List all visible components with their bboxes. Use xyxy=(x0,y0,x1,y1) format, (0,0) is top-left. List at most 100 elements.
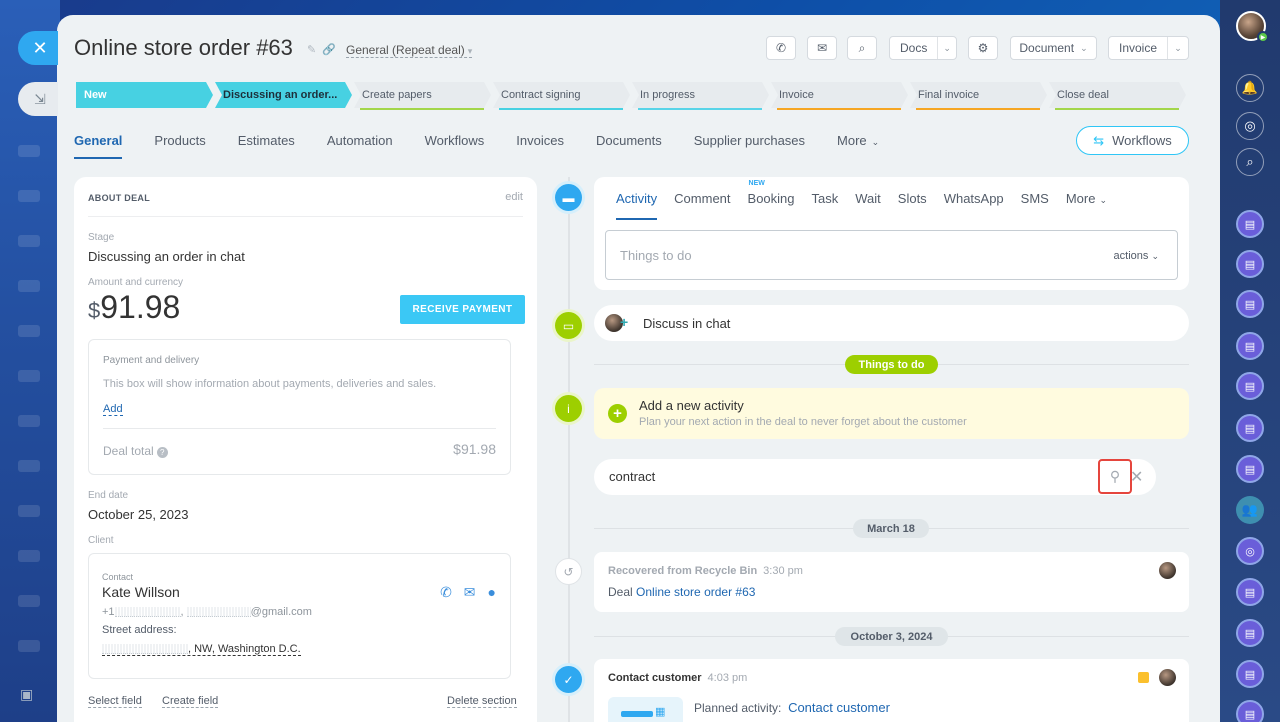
chat-icon[interactable]: ● xyxy=(488,584,496,601)
recent-item-icon[interactable]: ▤ xyxy=(1236,700,1264,722)
stage-invoice[interactable]: Invoice xyxy=(771,82,908,108)
edit-icon[interactable]: ✎🔗 xyxy=(307,43,342,56)
chevron-down-icon[interactable]: ⌄ xyxy=(1168,43,1188,54)
tab-comment[interactable]: Comment xyxy=(674,191,730,220)
phone-icon[interactable]: ✆ xyxy=(440,584,452,601)
add-icon[interactable]: + xyxy=(620,314,628,330)
docs-label: Docs xyxy=(890,37,939,59)
editor-tabs: Activity Comment NEW Booking Task Wait Sl… xyxy=(616,180,1124,220)
tab-automation[interactable]: Automation xyxy=(327,133,393,159)
chevron-down-icon[interactable]: ⌄ xyxy=(938,43,956,54)
tab-whatsapp[interactable]: WhatsApp xyxy=(944,191,1004,220)
select-field-link[interactable]: Select field xyxy=(88,695,142,708)
actions-dropdown[interactable]: actions ⌄ xyxy=(1114,250,1159,262)
tab-booking[interactable]: NEW Booking xyxy=(747,180,795,220)
invoice-button[interactable]: Invoice ⌄ xyxy=(1108,36,1189,60)
calendar-bar xyxy=(621,711,653,717)
stage-create-papers[interactable]: Create papers xyxy=(354,82,491,108)
add-activity-block[interactable]: + Add a new activity Plan your next acti… xyxy=(594,388,1189,439)
tab-supplier-purchases[interactable]: Supplier purchases xyxy=(694,133,805,159)
recent-item-icon[interactable]: ▤ xyxy=(1236,455,1264,483)
stage-label: Create papers xyxy=(362,89,432,101)
workflows-button[interactable]: ⇆ Workflows xyxy=(1076,126,1189,155)
tab-wait[interactable]: Wait xyxy=(855,191,881,220)
search-icon[interactable]: ⚲ xyxy=(1098,459,1132,494)
recent-item-icon[interactable]: ▤ xyxy=(1236,372,1264,400)
stage-discussing[interactable]: Discussing an order... xyxy=(215,82,352,108)
close-slider-button[interactable]: ✕ xyxy=(18,31,58,65)
clear-search-icon[interactable]: ✕ xyxy=(1130,467,1143,487)
end-date-value[interactable]: October 25, 2023 xyxy=(88,507,188,522)
chat-search-icon[interactable]: ⌕ xyxy=(1236,148,1264,176)
tab-slots[interactable]: Slots xyxy=(898,191,927,220)
stage-new[interactable]: New xyxy=(76,82,213,108)
copilot-chat-icon[interactable]: ◎ xyxy=(1236,537,1264,565)
group-chat-icon[interactable]: 👥 xyxy=(1236,496,1264,524)
tab-documents[interactable]: Documents xyxy=(596,133,662,159)
email-button[interactable]: ✉ xyxy=(807,36,837,60)
amount-value[interactable]: $91.98 xyxy=(88,289,180,326)
search-input[interactable]: contract xyxy=(609,469,655,484)
tab-invoices[interactable]: Invoices xyxy=(516,133,564,159)
tab-sms[interactable]: SMS xyxy=(1021,191,1049,220)
tab-workflows[interactable]: Workflows xyxy=(425,133,485,159)
recent-item-icon[interactable]: ▤ xyxy=(1236,578,1264,606)
tab-more[interactable]: More ⌄ xyxy=(1066,191,1107,220)
category-label: General (Repeat deal) xyxy=(346,43,465,57)
recent-item-icon[interactable]: ▤ xyxy=(1236,332,1264,360)
recent-item-icon[interactable]: ▤ xyxy=(1236,290,1264,318)
mail-icon: ✉ xyxy=(816,41,828,55)
minimize-icon: ⇲ xyxy=(34,90,46,107)
receive-payment-button[interactable]: RECEIVE PAYMENT xyxy=(400,295,525,324)
stage-value[interactable]: Discussing an order in chat xyxy=(88,249,245,264)
stage-label: Stage xyxy=(88,232,115,243)
stage-close-deal[interactable]: Close deal xyxy=(1049,82,1186,108)
tab-task[interactable]: Task xyxy=(812,191,839,220)
avatar[interactable] xyxy=(1159,562,1176,579)
planned-link[interactable]: Contact customer xyxy=(788,700,890,715)
deal-link[interactable]: Online store order #63 xyxy=(636,585,755,599)
contact-name[interactable]: Kate Willson xyxy=(102,584,180,600)
edit-link[interactable]: edit xyxy=(505,191,523,203)
discuss-in-chat-item[interactable]: + Discuss in chat xyxy=(594,305,1189,341)
chat-button[interactable]: ⌕ xyxy=(847,36,877,60)
notifications-icon[interactable]: 🔔 xyxy=(1236,74,1264,102)
color-tag[interactable] xyxy=(1138,672,1149,683)
minimize-slider-button[interactable]: ⇲ xyxy=(18,82,58,116)
stage-final-invoice[interactable]: Final invoice xyxy=(910,82,1047,108)
mail-icon[interactable]: ✉ xyxy=(464,584,476,601)
add-payment-link[interactable]: Add xyxy=(103,403,123,416)
create-field-link[interactable]: Create field xyxy=(162,695,219,708)
street-address[interactable]: , NW, Washington D.C. xyxy=(102,643,301,656)
stage-in-progress[interactable]: In progress xyxy=(632,82,769,108)
tab-booking-label: Booking xyxy=(747,191,795,206)
recent-item-icon[interactable]: ▤ xyxy=(1236,210,1264,238)
right-bar xyxy=(1220,0,1280,722)
tab-activity[interactable]: Activity xyxy=(616,191,658,220)
category-selector[interactable]: General (Repeat deal) ▾ xyxy=(346,43,473,58)
tab-more[interactable]: More ⌄ xyxy=(837,133,879,159)
help-icon[interactable]: ? xyxy=(156,447,168,458)
chevron-down-icon: ⌄ xyxy=(871,137,880,147)
print-icon[interactable]: ▣ xyxy=(20,686,33,703)
tab-general[interactable]: General xyxy=(74,133,123,159)
tab-estimates[interactable]: Estimates xyxy=(238,133,295,159)
copilot-icon[interactable]: ◎ xyxy=(1236,112,1264,140)
recent-item-icon[interactable]: ▤ xyxy=(1236,619,1264,647)
avatar[interactable] xyxy=(1159,669,1176,686)
recovered-time: 3:30 pm xyxy=(763,565,803,577)
stage-contract-signing[interactable]: Contract signing xyxy=(493,82,630,108)
chat-icon: ⌕ xyxy=(858,40,866,55)
contact-phone-email[interactable]: +1, @gmail.com xyxy=(102,606,312,618)
call-button[interactable]: ✆ xyxy=(766,36,796,60)
settings-button[interactable]: ⚙ xyxy=(968,36,998,60)
recent-item-icon[interactable]: ▤ xyxy=(1236,660,1264,688)
todo-input[interactable]: Things to do actions ⌄ xyxy=(605,230,1178,280)
delete-section-link[interactable]: Delete section xyxy=(447,695,517,708)
docs-button[interactable]: Docs ⌄ xyxy=(889,36,957,60)
document-button[interactable]: Document ⌄ xyxy=(1010,36,1097,60)
recent-item-icon[interactable]: ▤ xyxy=(1236,250,1264,278)
tab-products[interactable]: Products xyxy=(154,133,205,159)
recent-item-icon[interactable]: ▤ xyxy=(1236,414,1264,442)
timeline-search[interactable]: contract ⚲ ✕ xyxy=(594,459,1156,495)
